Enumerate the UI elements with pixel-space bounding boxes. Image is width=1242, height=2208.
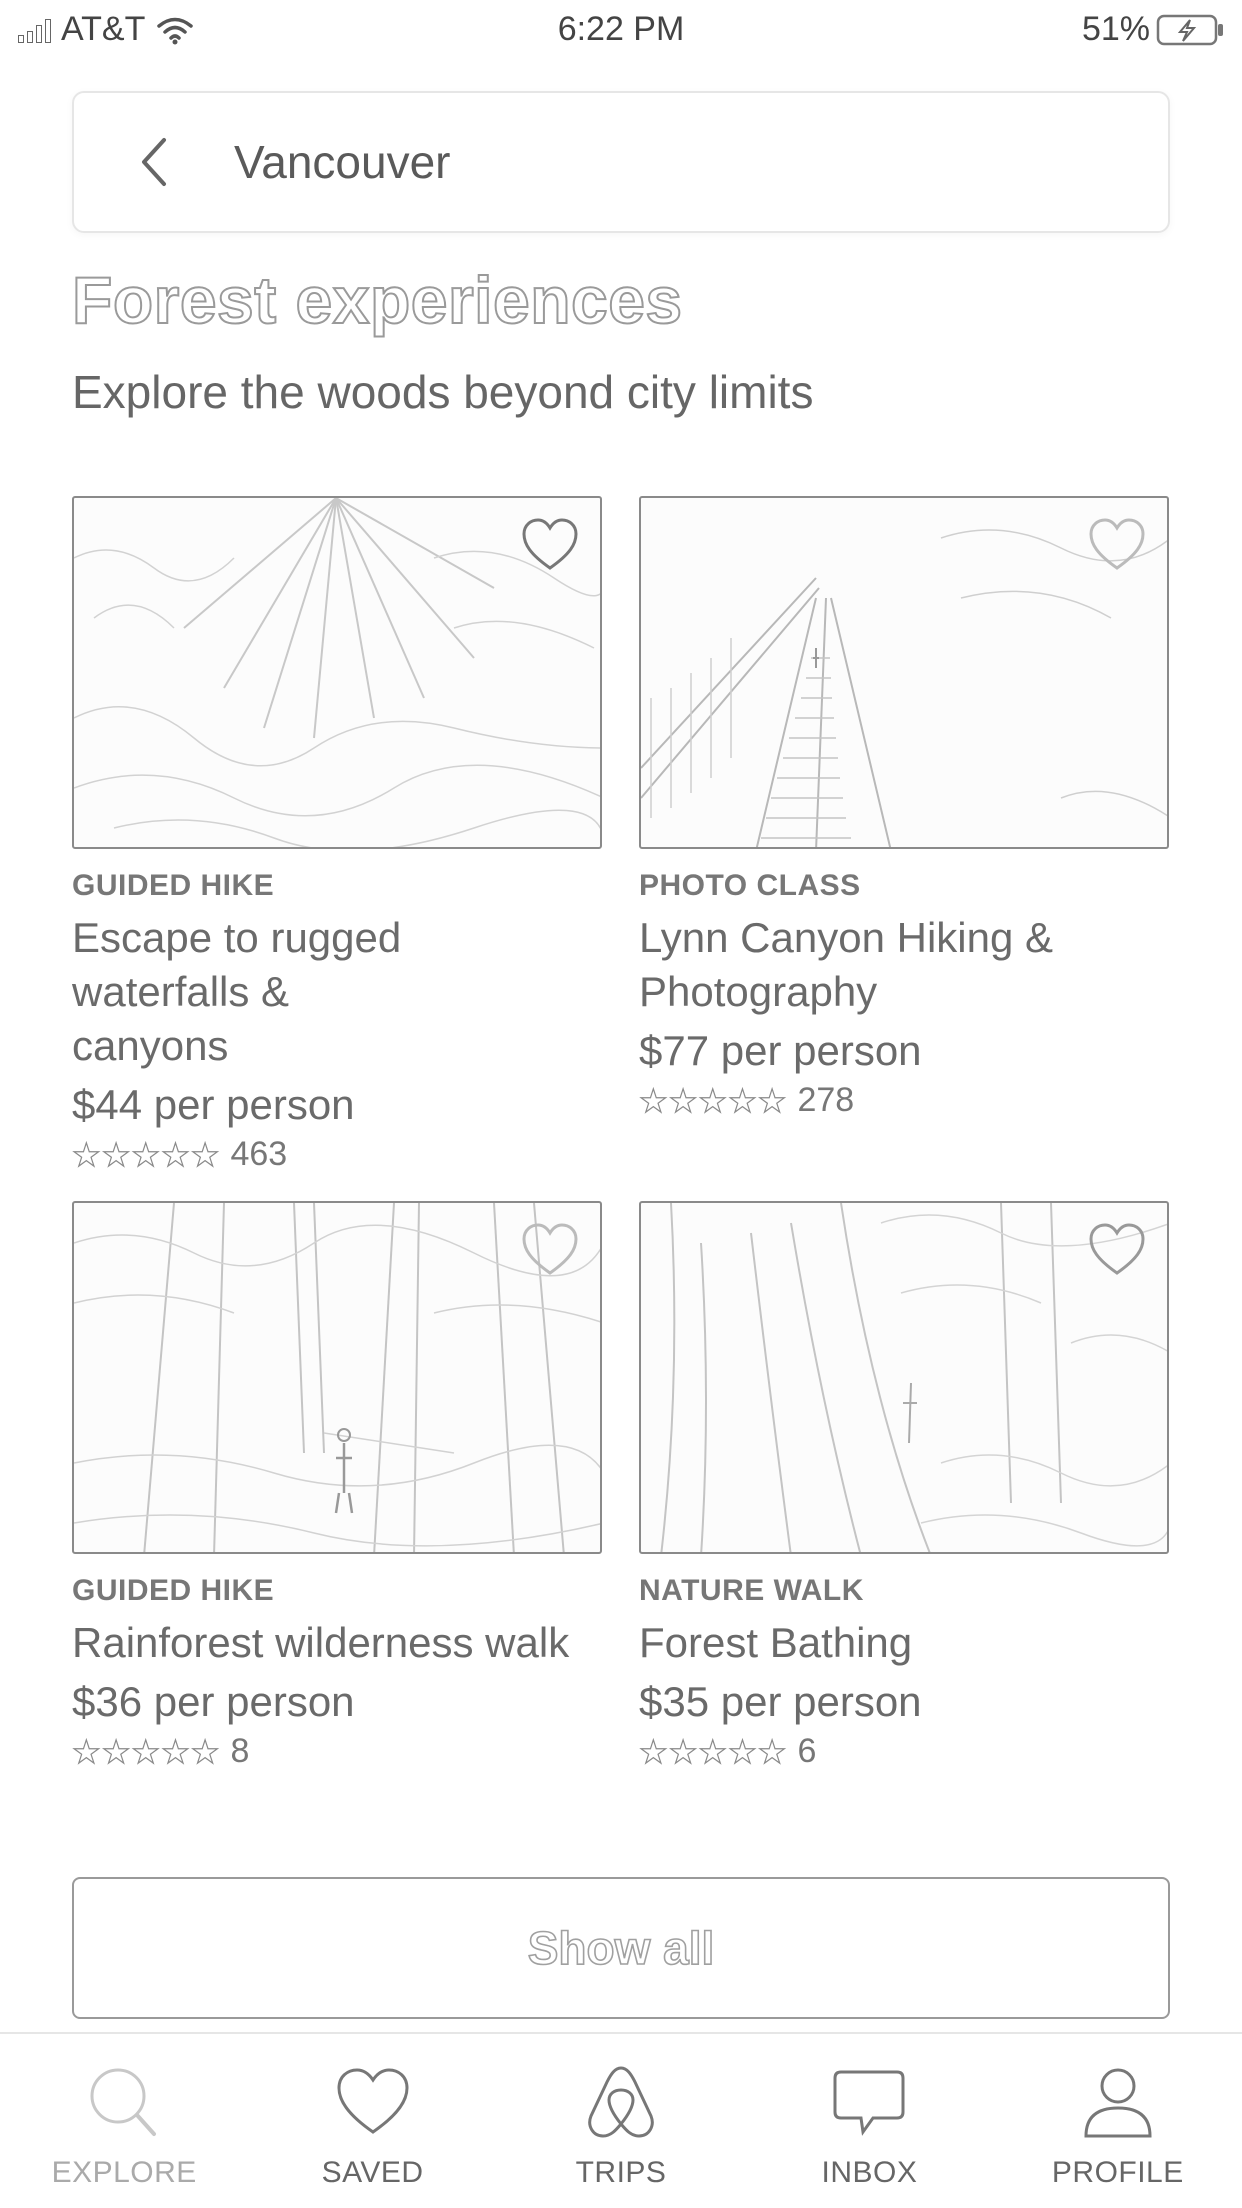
rating-stars-icon: ★★★★★ (71, 1136, 221, 1173)
tab-trips[interactable]: TRIPS (497, 2034, 745, 2208)
experience-title[interactable]: Lynn Canyon Hiking & Photography (639, 911, 1099, 1019)
experience-price: $44 per person (72, 1081, 355, 1128)
airbnb-logo-icon (588, 2066, 654, 2138)
back-button[interactable] (74, 93, 234, 231)
experience-photo[interactable] (639, 1201, 1169, 1554)
experience-card[interactable]: GUIDED HIKE Escape to rugged waterfalls … (71, 496, 602, 1174)
tab-inbox[interactable]: INBOX (745, 2034, 993, 2208)
chevron-left-icon (142, 138, 166, 186)
experience-price: $77 per person (639, 1027, 922, 1074)
tab-label: SAVED (321, 2156, 424, 2189)
status-right: 51% (1082, 10, 1226, 49)
tab-label: INBOX (821, 2156, 918, 2189)
experience-card[interactable]: GUIDED HIKE Rainforest wilderness walk $… (71, 1201, 602, 1771)
location-text[interactable]: Vancouver (234, 135, 451, 189)
experience-photo[interactable] (72, 496, 602, 849)
save-heart-icon[interactable] (1087, 1221, 1147, 1277)
review-count: 6 (797, 1732, 817, 1770)
heart-icon (337, 2068, 409, 2134)
person-icon (1084, 2068, 1152, 2138)
tab-profile[interactable]: PROFILE (994, 2034, 1242, 2208)
experience-rating: ★★★★★ 463 (71, 1135, 602, 1174)
save-heart-icon[interactable] (520, 1221, 580, 1277)
experience-category: NATURE WALK (639, 1574, 864, 1607)
review-count: 278 (797, 1081, 855, 1119)
review-count: 463 (230, 1135, 288, 1173)
experience-photo[interactable] (72, 1201, 602, 1554)
experience-card[interactable]: PHOTO CLASS Lynn Canyon Hiking & Photogr… (638, 496, 1169, 1120)
experience-price: $36 per person (72, 1678, 355, 1725)
experience-title[interactable]: Escape to rugged waterfalls & canyons (72, 911, 452, 1073)
tab-explore[interactable]: EXPLORE (0, 2034, 248, 2208)
status-time: 6:22 PM (557, 10, 685, 48)
save-heart-icon[interactable] (1087, 516, 1147, 572)
review-count: 8 (230, 1732, 250, 1770)
show-all-label: Show all (527, 1921, 715, 1975)
bottom-tab-bar: EXPLORE SAVED TRIPS INBOX PROFILE (0, 2032, 1242, 2208)
experience-title[interactable]: Forest Bathing (639, 1616, 1169, 1670)
location-search-bar[interactable]: Vancouver (72, 91, 1170, 233)
tab-saved[interactable]: SAVED (248, 2034, 496, 2208)
experience-rating: ★★★★★ 8 (71, 1732, 602, 1771)
experience-category: PHOTO CLASS (639, 869, 861, 902)
rating-stars-icon: ★★★★★ (638, 1082, 788, 1119)
experience-rating: ★★★★★ 6 (638, 1732, 1169, 1771)
experience-price: $35 per person (639, 1678, 922, 1725)
chat-bubble-icon (833, 2070, 905, 2136)
battery-charging-icon (1156, 14, 1223, 45)
experience-rating: ★★★★★ 278 (638, 1081, 1169, 1120)
section-subtitle: Explore the woods beyond city limits (72, 366, 814, 418)
section-title: Forest experiences (71, 262, 683, 338)
experience-card[interactable]: NATURE WALK Forest Bathing $35 per perso… (638, 1201, 1169, 1771)
tab-label: PROFILE (1051, 2156, 1184, 2189)
status-bar: AT&T 6:22 PM 51% (0, 0, 1242, 60)
battery-percent: 51% (1081, 10, 1150, 48)
save-heart-icon[interactable] (520, 516, 580, 572)
experience-category: GUIDED HIKE (72, 869, 275, 902)
experience-category: GUIDED HIKE (72, 1574, 275, 1607)
experience-photo[interactable] (639, 496, 1169, 849)
rating-stars-icon: ★★★★★ (638, 1733, 788, 1770)
tab-label: TRIPS (575, 2156, 667, 2189)
tab-label: EXPLORE (51, 2156, 197, 2189)
rating-stars-icon: ★★★★★ (71, 1733, 221, 1770)
search-icon (90, 2068, 157, 2136)
show-all-button[interactable]: Show all (72, 1877, 1170, 2019)
experience-title[interactable]: Rainforest wilderness walk (72, 1616, 612, 1670)
